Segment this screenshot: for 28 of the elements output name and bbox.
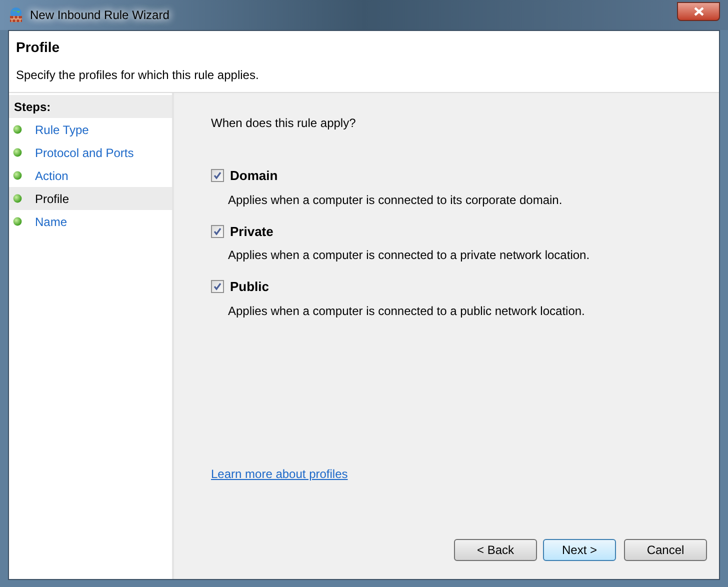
question-text: When does this rule apply? [211,115,357,132]
page-description: Specify the profiles for which this rule applies. [16,67,260,84]
firewall-icon [8,7,24,23]
step-item[interactable]: Profile [9,187,172,210]
profile-checkbox[interactable]: Public [211,277,707,296]
step-item[interactable]: Protocol and Ports [9,141,172,164]
bullet-icon [13,125,22,134]
profile-description: Applies when a computer is connected to a private network location. [228,247,591,264]
bullet-icon [13,171,22,180]
step-item[interactable]: Action [9,164,172,187]
wizard-button[interactable]: Next > [543,539,616,561]
learn-more-link[interactable]: Learn more about profiles [211,465,348,483]
profile-description: Applies when a computer is connected to a public network location. [228,302,586,320]
wizard-button[interactable]: Cancel [624,539,707,561]
profile-checkbox[interactable]: Private [211,222,707,241]
bullet-icon [13,194,22,203]
profile-description: Applies when a computer is connected to its corporate domain. [228,192,564,208]
wizard-button[interactable]: < Back [454,539,537,561]
step-item[interactable]: Name [9,210,172,233]
bullet-icon [13,148,22,157]
page-title: Profile [16,38,61,57]
window-title: New Inbound Rule Wizard [30,7,170,24]
close-icon [694,6,704,16]
close-button[interactable] [677,2,720,20]
steps-heading: Steps: [9,95,172,118]
step-item[interactable]: Rule Type [9,118,172,141]
profile-checkbox[interactable]: Domain [211,166,707,186]
bullet-icon [13,217,22,226]
